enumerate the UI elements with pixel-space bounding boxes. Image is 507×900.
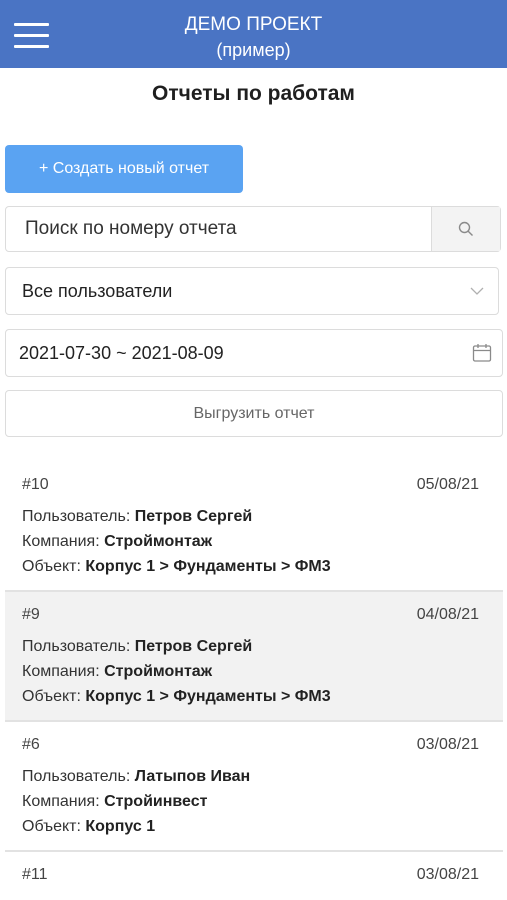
report-date: 03/08/21 — [416, 736, 479, 753]
company-label: Компания: — [22, 663, 100, 680]
calendar-icon — [472, 344, 492, 362]
date-range-picker[interactable]: 2021-07-30 ~ 2021-08-09 — [5, 329, 503, 377]
project-title: ДЕМО ПРОЕКТ — [184, 14, 323, 35]
report-number: #9 — [22, 606, 40, 623]
report-user: Латыпов Иван — [134, 768, 251, 785]
report-object-line: Объект: Корпус 1 > Фундаменты > ФМ3 — [22, 558, 331, 576]
search-bar — [5, 206, 501, 252]
report-object-line: Объект: Корпус 1 — [22, 818, 155, 836]
project-subtitle: (пример) — [216, 40, 291, 60]
hamburger-menu-icon[interactable] — [14, 22, 49, 48]
report-item[interactable]: #11 03/08/21 — [5, 852, 503, 900]
report-date: 05/08/21 — [416, 476, 479, 493]
report-object: Корпус 1 — [85, 818, 156, 835]
page-title: Отчеты по работам — [152, 82, 355, 105]
report-item[interactable]: #9 04/08/21 Пользователь: Петров Сергей … — [5, 592, 503, 722]
report-user-line: Пользователь: Петров Сергей — [22, 638, 252, 656]
report-user-line: Пользователь: Петров Сергей — [22, 508, 252, 526]
app-header: ДЕМО ПРОЕКТ (пример) — [0, 0, 507, 68]
search-input[interactable] — [6, 207, 432, 251]
report-company: Строймонтаж — [104, 533, 213, 550]
object-label: Объект: — [22, 558, 81, 575]
report-number: #6 — [22, 736, 40, 753]
report-company-line: Компания: Строймонтаж — [22, 663, 212, 681]
report-date: 04/08/21 — [416, 606, 479, 623]
report-object: Корпус 1 > Фундаменты > ФМ3 — [85, 688, 331, 705]
report-object-line: Объект: Корпус 1 > Фундаменты > ФМ3 — [22, 688, 331, 706]
user-filter-value: Все пользователи — [22, 281, 173, 301]
date-range-value: 2021-07-30 ~ 2021-08-09 — [19, 343, 224, 363]
search-icon — [458, 221, 473, 236]
report-number: #10 — [22, 476, 49, 493]
user-label: Пользователь: — [22, 508, 131, 525]
report-date: 03/08/21 — [416, 866, 479, 883]
report-user: Петров Сергей — [134, 508, 253, 525]
chevron-down-icon — [470, 287, 484, 295]
report-company-line: Компания: Стройинвест — [22, 793, 207, 811]
search-button[interactable] — [431, 207, 500, 251]
user-label: Пользователь: — [22, 638, 131, 655]
report-company: Стройинвест — [104, 793, 208, 810]
report-item[interactable]: #6 03/08/21 Пользователь: Латыпов Иван К… — [5, 722, 503, 852]
object-label: Объект: — [22, 818, 81, 835]
company-label: Компания: — [22, 533, 100, 550]
user-label: Пользователь: — [22, 768, 131, 785]
report-user-line: Пользователь: Латыпов Иван — [22, 768, 250, 786]
create-report-button[interactable]: + Создать новый отчет — [5, 145, 243, 193]
export-report-button[interactable]: Выгрузить отчет — [5, 390, 503, 437]
report-number: #11 — [22, 866, 48, 883]
object-label: Объект: — [22, 688, 81, 705]
user-filter-select[interactable]: Все пользователи — [5, 267, 499, 315]
report-company-line: Компания: Строймонтаж — [22, 533, 212, 551]
report-company: Строймонтаж — [104, 663, 213, 680]
report-user: Петров Сергей — [134, 638, 253, 655]
report-object: Корпус 1 > Фундаменты > ФМ3 — [85, 558, 331, 575]
company-label: Компания: — [22, 793, 100, 810]
report-item[interactable]: #10 05/08/21 Пользователь: Петров Сергей… — [5, 462, 503, 592]
